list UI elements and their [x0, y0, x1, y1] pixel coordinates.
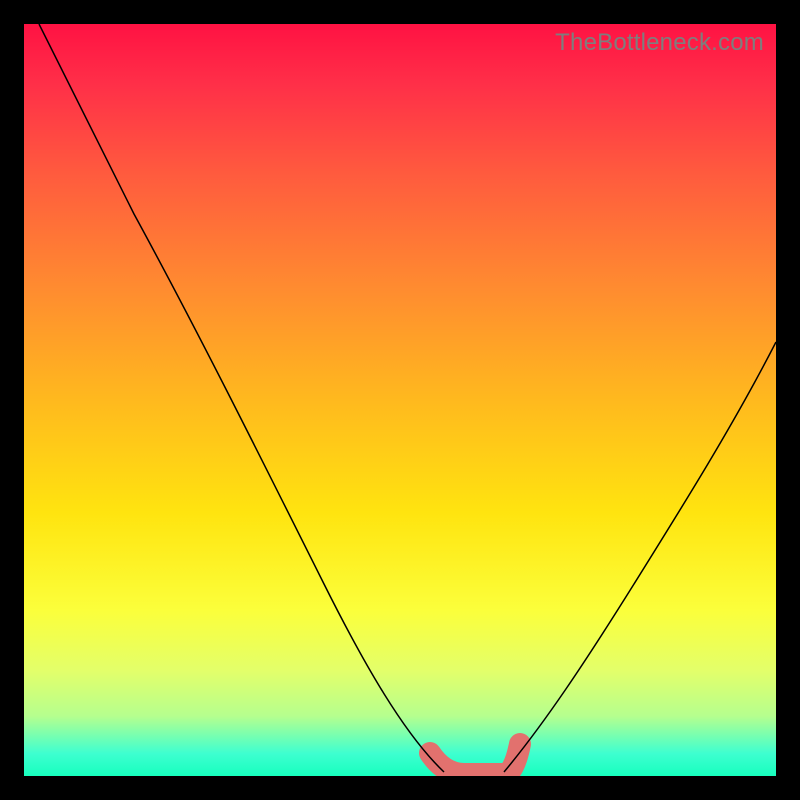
curve-layer: [24, 24, 776, 776]
bottleneck-curve-right: [504, 342, 776, 772]
plot-area: TheBottleneck.com: [24, 24, 776, 776]
bottleneck-curve-left: [39, 24, 444, 772]
chart-frame: TheBottleneck.com: [0, 0, 800, 800]
